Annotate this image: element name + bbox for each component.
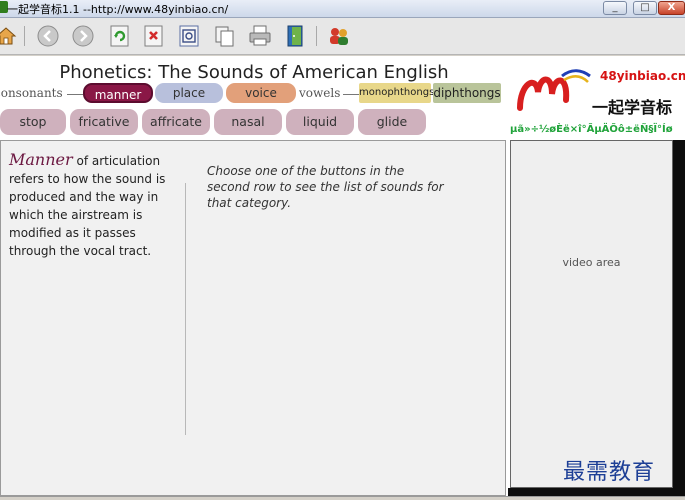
- logo-mark-icon: [517, 69, 591, 111]
- maximize-button[interactable]: □: [633, 1, 657, 15]
- tab-voice[interactable]: voice: [226, 83, 296, 103]
- vowels-label: vowels: [299, 86, 341, 100]
- window-title: 一起学音标1.1 --http://www.48yinbiao.cn/: [7, 3, 229, 16]
- tab-place[interactable]: place: [155, 83, 223, 103]
- content-panel: Manner of articulation refers to how the…: [0, 140, 506, 496]
- users-icon[interactable]: [327, 24, 351, 48]
- window-title-bar: 一起学音标1.1 --http://www.48yinbiao.cn/ _ □ …: [0, 0, 685, 18]
- maximize-icon: □: [640, 2, 650, 13]
- toolbar-separator: [24, 26, 25, 46]
- logo-name: 一起学音标: [592, 98, 673, 117]
- back-icon[interactable]: [36, 24, 60, 48]
- manner-description: Manner of articulation refers to how the…: [9, 151, 177, 260]
- manner-button-fricative[interactable]: fricative: [70, 109, 138, 135]
- video-area-label: video area: [562, 256, 621, 269]
- copy-icon[interactable]: [213, 24, 237, 48]
- forward-icon[interactable]: [71, 24, 95, 48]
- toolbar: [0, 18, 685, 55]
- header-area: Phonetics: The Sounds of American Englis…: [0, 56, 508, 140]
- close-button[interactable]: X: [658, 1, 685, 15]
- logo-link-text[interactable]: µã»÷½øÈë×î°ÃµÄÕô±ëÑ§Ï°Íø: [510, 124, 673, 135]
- manner-button-glide[interactable]: glide: [358, 109, 426, 135]
- refresh-icon[interactable]: [108, 24, 132, 48]
- logo-url: 48yinbiao.cn: [600, 69, 685, 83]
- tab-monophthongs[interactable]: monophthongs: [359, 83, 434, 103]
- manner-button-affricate[interactable]: affricate: [142, 109, 210, 135]
- favorites-icon[interactable]: [177, 24, 201, 48]
- content-divider: [185, 183, 186, 435]
- app-content: Phonetics: The Sounds of American Englis…: [0, 56, 685, 499]
- consonants-label: consonants: [0, 86, 63, 100]
- description-lead: Manner: [9, 150, 73, 169]
- manner-button-liquid[interactable]: liquid: [286, 109, 354, 135]
- close-icon: X: [667, 2, 676, 13]
- manner-button-stop[interactable]: stop: [0, 109, 66, 135]
- tab-manner[interactable]: manner: [83, 83, 153, 103]
- home-icon[interactable]: [0, 24, 18, 48]
- bottom-edge-strip: [508, 488, 685, 496]
- manner-button-nasal[interactable]: nasal: [214, 109, 282, 135]
- row-line: [67, 94, 83, 95]
- right-edge-strip: [673, 140, 685, 488]
- manner-buttons-row: stop fricative affricate nasal liquid gl…: [0, 109, 508, 135]
- status-bar: [0, 496, 685, 500]
- exit-icon[interactable]: [284, 24, 308, 48]
- category-row: consonants manner place voice vowels mon…: [0, 83, 508, 105]
- minimize-icon: _: [612, 2, 618, 13]
- row-line: [343, 94, 359, 95]
- logo-area: 48yinbiao.cn 一起学音标 µã»÷½øÈë×î°ÃµÄÕô±ëÑ§Ï…: [508, 56, 685, 140]
- page-title: Phonetics: The Sounds of American Englis…: [59, 62, 449, 83]
- minimize-button[interactable]: _: [603, 1, 627, 15]
- watermark: 最需教育: [563, 460, 656, 485]
- instructions-text: Choose one of the buttons in the second …: [207, 164, 444, 210]
- toolbar-separator: [316, 26, 317, 46]
- tab-diphthongs[interactable]: diphthongs: [433, 83, 501, 103]
- print-icon[interactable]: [248, 24, 272, 48]
- stop-icon[interactable]: [142, 24, 166, 48]
- video-area[interactable]: video area: [510, 140, 673, 488]
- description-text: of articulation refers to how the sound …: [9, 154, 166, 258]
